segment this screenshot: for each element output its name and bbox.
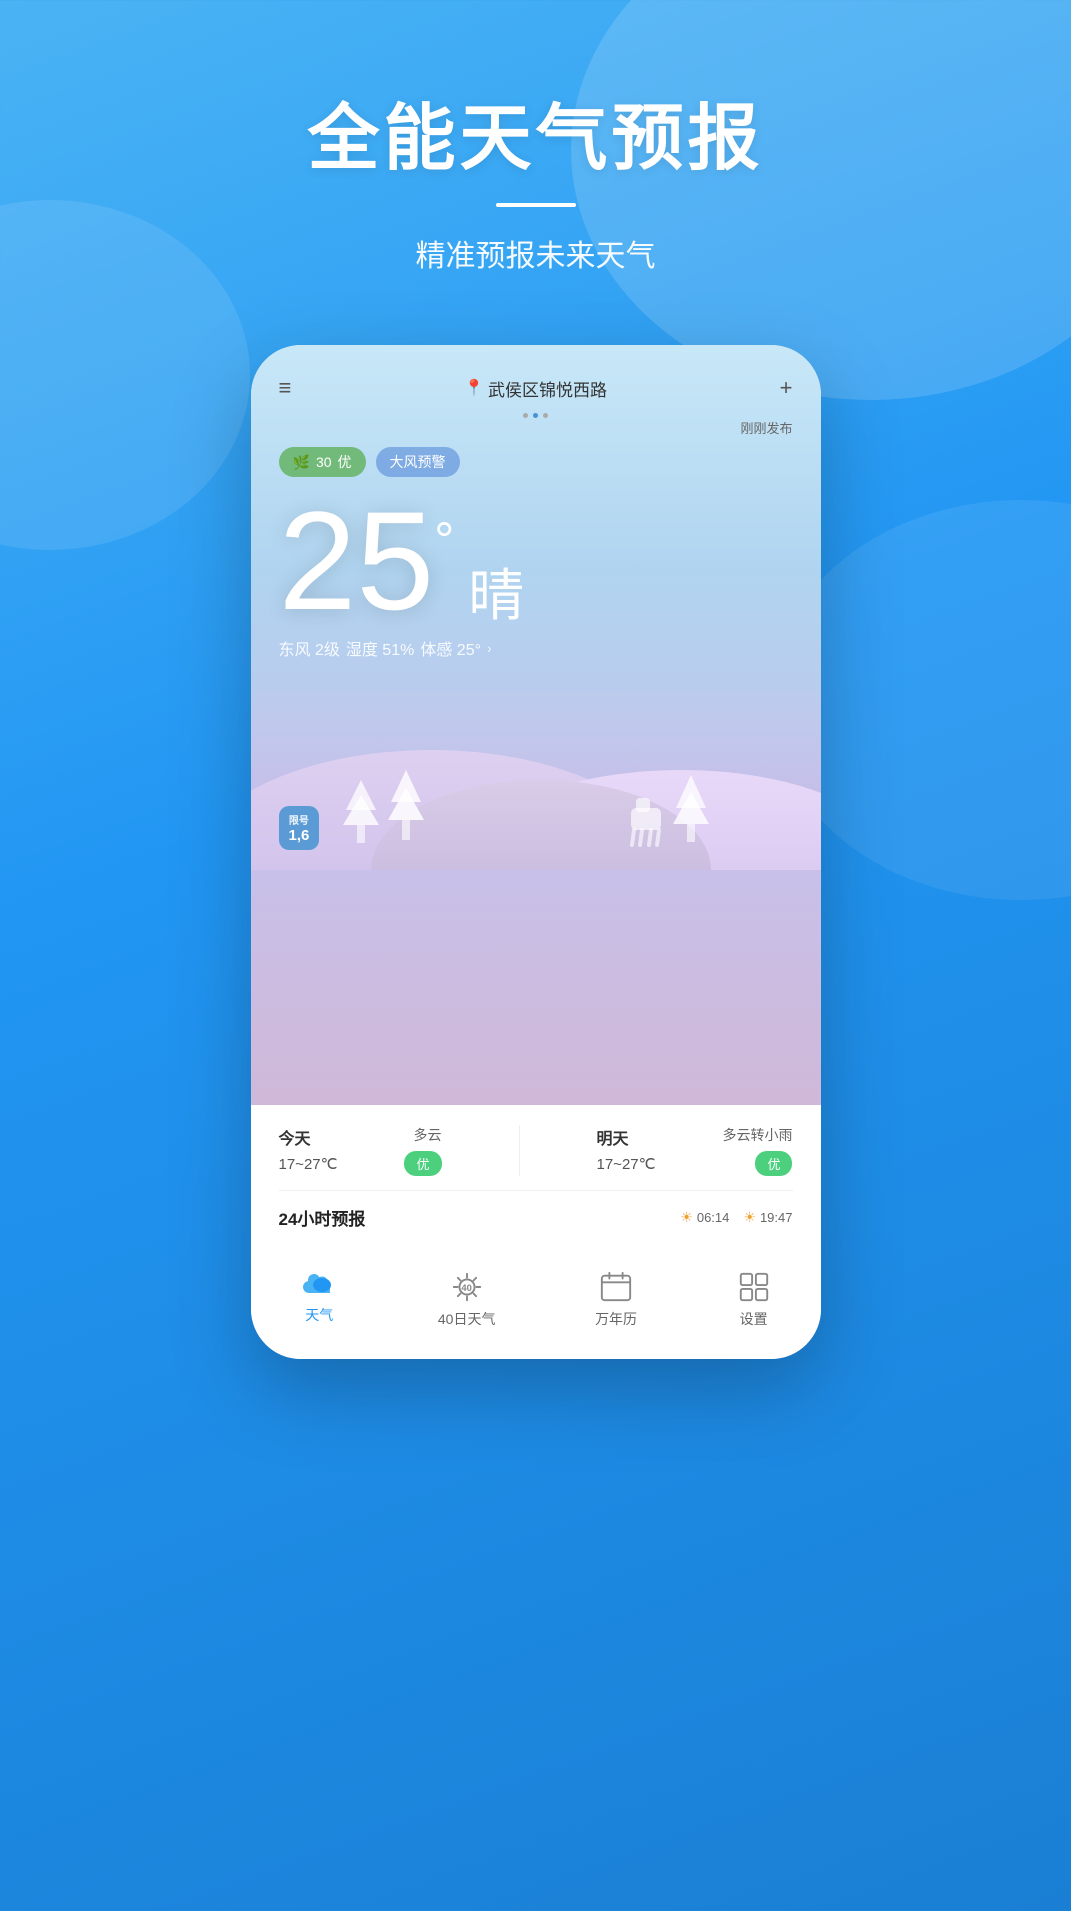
- tomorrow-condition: 多云转小雨: [722, 1125, 792, 1145]
- location-icon: 📍: [464, 378, 484, 398]
- app-title: 全能天气预报: [0, 100, 1071, 179]
- aqi-level: 优: [338, 452, 352, 472]
- menu-icon[interactable]: ≡: [279, 375, 292, 401]
- sunrise-info: ☀ 06:14 ☀ 19:47: [680, 1209, 792, 1226]
- forecast24-title: 24小时预报: [279, 1205, 366, 1230]
- degree-symbol: °: [434, 511, 454, 569]
- forecast-today-right: 多云 优: [404, 1125, 441, 1176]
- nav-item-calendar[interactable]: 万年历: [595, 1270, 637, 1329]
- feel-temp-info: 体感 25°: [420, 636, 481, 660]
- today-condition: 多云: [414, 1125, 442, 1145]
- forecast-row: 今天 17~27℃ 多云 优 明天 17~27℃ 多云转小雨 优: [279, 1125, 793, 1191]
- published-time: 刚刚发布: [279, 418, 793, 437]
- today-label: 今天: [279, 1125, 338, 1149]
- add-location-button[interactable]: +: [780, 375, 793, 401]
- tomorrow-quality-badge: 优: [755, 1151, 792, 1176]
- nav-label-calendar: 万年历: [595, 1309, 637, 1329]
- sunrise-time: 06:14: [697, 1210, 730, 1225]
- sunrise-item: ☀ 06:14: [680, 1209, 729, 1226]
- grid-icon: [737, 1270, 771, 1304]
- nav-label-weather: 天气: [305, 1305, 333, 1325]
- wind-info: 东风 2级: [279, 636, 340, 660]
- temperature-number: 25: [279, 491, 435, 631]
- location-label[interactable]: 📍 武侯区锦悦西路: [464, 376, 607, 401]
- sunrise-icon: ☀: [680, 1209, 693, 1226]
- tomorrow-label: 明天: [597, 1125, 656, 1149]
- phone-bottom-section: 今天 17~27℃ 多云 优 明天 17~27℃ 多云转小雨 优: [251, 1105, 821, 1254]
- aqi-badge[interactable]: 🌿 30 优: [279, 447, 366, 477]
- svg-text:40: 40: [461, 1283, 472, 1294]
- phone-topbar: ≡ 📍 武侯区锦悦西路 +: [279, 375, 793, 401]
- today-quality-badge: 优: [404, 1151, 441, 1176]
- location-name: 武侯区锦悦西路: [488, 376, 607, 401]
- forecast24-header: 24小时预报 ☀ 06:14 ☀ 19:47: [279, 1205, 793, 1230]
- temperature-display: 25 ° 晴: [279, 491, 793, 632]
- license-number: 1,6: [289, 827, 310, 844]
- tomorrow-temp: 17~27℃: [597, 1155, 656, 1173]
- phone-mockup-container: ≡ 📍 武侯区锦悦西路 + 刚刚发布 🌿 30 优: [0, 345, 1071, 1359]
- weather-screen: ≡ 📍 武侯区锦悦西路 + 刚刚发布 🌿 30 优: [251, 345, 821, 1105]
- sunset-icon: ☀: [743, 1209, 756, 1226]
- sunset-item: ☀ 19:47: [743, 1209, 792, 1226]
- scenic-illustration: 限号 1,6: [251, 680, 821, 870]
- forecast-tomorrow-right: 多云转小雨 优: [722, 1125, 792, 1176]
- cloud-icon: [300, 1270, 338, 1300]
- today-temp: 17~27℃: [279, 1155, 338, 1173]
- forecast-today: 今天 17~27℃: [279, 1125, 338, 1176]
- phone-mockup: ≡ 📍 武侯区锦悦西路 + 刚刚发布 🌿 30 优: [251, 345, 821, 1359]
- forecast-tomorrow: 明天 17~27℃: [597, 1125, 656, 1176]
- nav-label-settings: 设置: [740, 1309, 768, 1329]
- sun40-icon: 40: [450, 1270, 484, 1304]
- sunset-time: 19:47: [760, 1210, 793, 1225]
- forecast-divider: [519, 1125, 520, 1176]
- license-label-text: 限号: [289, 812, 310, 827]
- humidity-info: 湿度 51%: [346, 636, 414, 660]
- details-chevron-icon: ›: [487, 640, 492, 656]
- header-subtitle: 精准预报未来天气: [0, 231, 1071, 275]
- nav-item-settings[interactable]: 设置: [737, 1270, 771, 1329]
- wind-warning-badge[interactable]: 大风预警: [376, 447, 460, 477]
- weather-condition: 晴: [468, 551, 524, 632]
- license-plate-badge: 限号 1,6: [279, 806, 320, 850]
- badges-row: 🌿 30 优 大风预警: [279, 447, 793, 477]
- bottom-navigation: 天气 40 40日天气: [251, 1254, 821, 1359]
- aqi-value: 30: [316, 454, 332, 470]
- leaf-icon: 🌿: [293, 454, 310, 471]
- header-section: 全能天气预报 精准预报未来天气: [0, 0, 1071, 315]
- header-divider: [496, 203, 576, 207]
- nav-item-40day[interactable]: 40 40日天气: [438, 1270, 496, 1329]
- scenic-svg: [251, 680, 821, 870]
- weather-details-row[interactable]: 东风 2级 湿度 51% 体感 25° ›: [279, 636, 793, 660]
- nav-item-weather[interactable]: 天气: [300, 1270, 338, 1329]
- nav-label-40day: 40日天气: [438, 1309, 496, 1329]
- calendar-icon: [599, 1270, 633, 1304]
